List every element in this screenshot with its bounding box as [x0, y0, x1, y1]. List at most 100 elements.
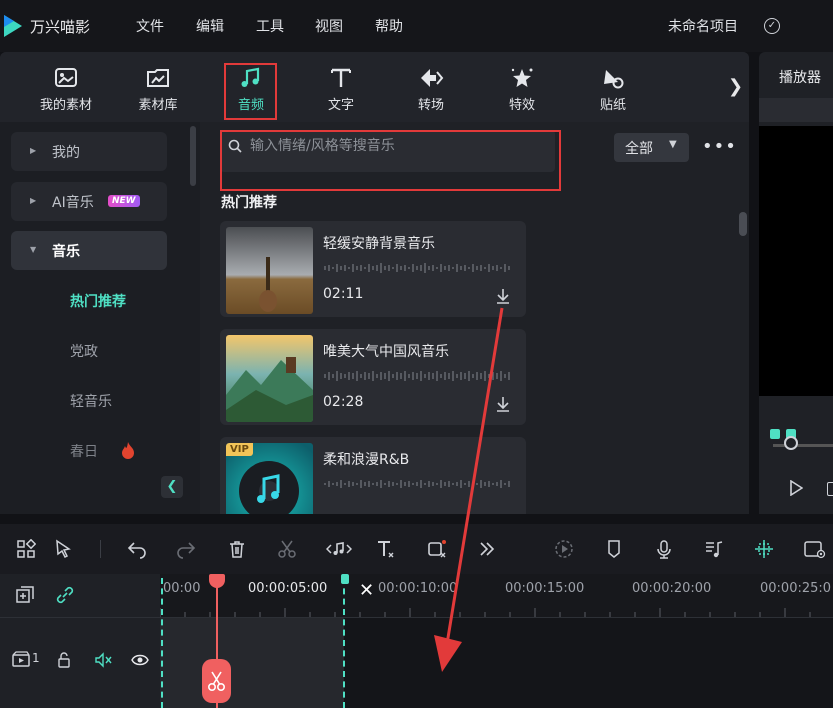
menu-tools[interactable]: 工具 — [256, 16, 284, 36]
app-title: 万兴喵影 — [30, 18, 91, 36]
tabs-next-chevron-icon[interactable]: ❯ — [728, 76, 743, 97]
preview-quality-icon[interactable] — [803, 539, 827, 559]
track-name: 柔和浪漫R&B — [323, 452, 410, 468]
ruler-tick-label: 00:00:25:0 — [760, 581, 832, 596]
track-divider — [0, 617, 833, 618]
new-badge: NEW — [108, 195, 140, 207]
player-title: 播放器 — [779, 70, 821, 86]
track-thumbnail — [226, 335, 313, 422]
lock-icon[interactable] — [56, 652, 72, 668]
ruler-tick-label: 00:00 — [163, 581, 201, 596]
player-progress-knob[interactable] — [784, 436, 798, 450]
add-text-icon[interactable] — [376, 539, 396, 559]
range-start-line[interactable] — [161, 578, 163, 708]
project-name[interactable]: 未命名项目 — [668, 16, 738, 36]
tab-text[interactable]: 文字 — [316, 52, 366, 122]
tab-stock-media[interactable]: 素材库 — [128, 52, 188, 122]
annotation-arrow — [434, 307, 504, 672]
sidebar-subitem-spring[interactable]: 春日 — [70, 441, 98, 461]
player-panel: 播放器 — [759, 52, 833, 514]
ruler-tick-label: 00:00:20:00 — [632, 581, 712, 596]
fire-icon — [122, 442, 134, 459]
my-media-icon — [55, 68, 77, 87]
sidebar-subitem-party[interactable]: 党政 — [70, 341, 98, 361]
split-scissors-icon[interactable] — [277, 539, 297, 559]
stock-media-icon — [147, 69, 169, 87]
close-icon[interactable]: ✕ — [359, 580, 374, 601]
redo-icon[interactable] — [176, 539, 196, 559]
menu-view[interactable]: 视图 — [315, 16, 343, 36]
chevron-down-icon: ▼ — [669, 139, 677, 150]
waveform — [324, 263, 510, 273]
marker-icon[interactable] — [604, 539, 624, 559]
sidebar-item-mine[interactable]: ▶ 我的 — [11, 132, 167, 171]
track-thumbnail: VIP — [226, 443, 313, 514]
range-end-line[interactable] — [343, 578, 345, 708]
app-logo-icon — [4, 15, 22, 37]
link-icon[interactable] — [55, 585, 75, 605]
effects-icon — [511, 68, 533, 87]
collapse-sidebar-button[interactable]: ❮ — [161, 476, 183, 498]
toolbar-divider — [100, 540, 101, 558]
video-track-icon — [12, 651, 30, 667]
play-icon[interactable] — [789, 480, 803, 496]
sidebar-item-ai-music[interactable]: ▶ AI音乐 NEW — [11, 182, 167, 221]
stop-icon[interactable] — [827, 482, 833, 496]
clip-range[interactable] — [160, 617, 344, 708]
delete-icon[interactable] — [227, 539, 247, 559]
audio-split-icon[interactable] — [325, 539, 353, 559]
text-icon — [331, 68, 351, 87]
more-options-icon[interactable]: ••• — [702, 136, 737, 157]
menu-edit[interactable]: 编辑 — [196, 16, 224, 36]
track-thumbnail — [226, 227, 313, 314]
audio-mixer-icon[interactable] — [704, 539, 724, 559]
menu-help[interactable]: 帮助 — [375, 16, 403, 36]
track-name: 轻缓安静背景音乐 — [323, 236, 435, 252]
tool-tabs: 我的素材 素材库 音频 文字 转场 特效 贴纸 ❯ — [0, 52, 749, 122]
layout-grid-icon[interactable] — [16, 538, 37, 559]
sticker-icon — [604, 70, 624, 89]
tab-transition[interactable]: 转场 — [406, 52, 456, 122]
media-panel: 我的素材 素材库 音频 文字 转场 特效 贴纸 ❯ ▶ 我的 ▶ AI音乐 NE… — [0, 52, 749, 514]
menu-file[interactable]: 文件 — [136, 16, 164, 36]
timeline-toolbar — [0, 524, 833, 574]
undo-icon[interactable] — [127, 539, 147, 559]
video-preview[interactable] — [759, 126, 833, 396]
render-preview-icon[interactable] — [554, 539, 574, 559]
player-progress-track[interactable] — [773, 444, 833, 447]
microphone-icon[interactable] — [654, 539, 674, 559]
tab-effects[interactable]: 特效 — [497, 52, 547, 122]
track-duration: 02:28 — [323, 394, 364, 410]
visibility-eye-icon[interactable] — [131, 653, 149, 667]
range-end-handle[interactable] — [341, 574, 349, 584]
sidebar-subitem-light[interactable]: 轻音乐 — [70, 391, 112, 411]
vip-badge: VIP — [226, 443, 253, 456]
caret-right-icon: ▶ — [30, 196, 37, 205]
saved-check-icon[interactable]: ✓ — [764, 18, 780, 34]
ruler-tick-label: 00:00:05:00 — [248, 581, 328, 596]
filter-dropdown[interactable]: 全部 ▼ — [614, 133, 689, 162]
category-sidebar: ▶ 我的 ▶ AI音乐 NEW ▼ 音乐 热门推荐 党政 轻音乐 春日 ❮ — [0, 122, 200, 514]
transition-icon — [421, 69, 444, 87]
sidebar-item-music[interactable]: ▼ 音乐 — [11, 231, 167, 270]
mute-audio-icon[interactable] — [94, 652, 112, 668]
playhead-split-button[interactable] — [202, 659, 231, 703]
select-cursor-icon[interactable] — [54, 539, 74, 559]
sidebar-scrollbar[interactable] — [190, 126, 196, 186]
add-track-icon[interactable] — [15, 585, 35, 605]
scissors-icon — [207, 671, 226, 692]
player-header-bar — [759, 98, 833, 122]
tab-my-media[interactable]: 我的素材 — [30, 52, 102, 122]
caret-down-icon: ▼ — [30, 245, 37, 254]
track-header: 1 — [0, 574, 160, 708]
audio-tab-highlight — [224, 63, 277, 120]
search-highlight — [220, 130, 561, 191]
content-scrollbar[interactable] — [739, 212, 747, 236]
sidebar-subitem-hot[interactable]: 热门推荐 — [70, 291, 126, 311]
snap-magnet-icon[interactable] — [754, 539, 774, 559]
tab-sticker[interactable]: 贴纸 — [588, 52, 638, 122]
menu-bar: 万兴喵影 文件 编辑 工具 视图 帮助 未命名项目 ✓ — [0, 0, 833, 52]
in-point-marker[interactable] — [770, 429, 780, 439]
caret-right-icon: ▶ — [30, 146, 37, 155]
track-number: 1 — [32, 651, 40, 665]
